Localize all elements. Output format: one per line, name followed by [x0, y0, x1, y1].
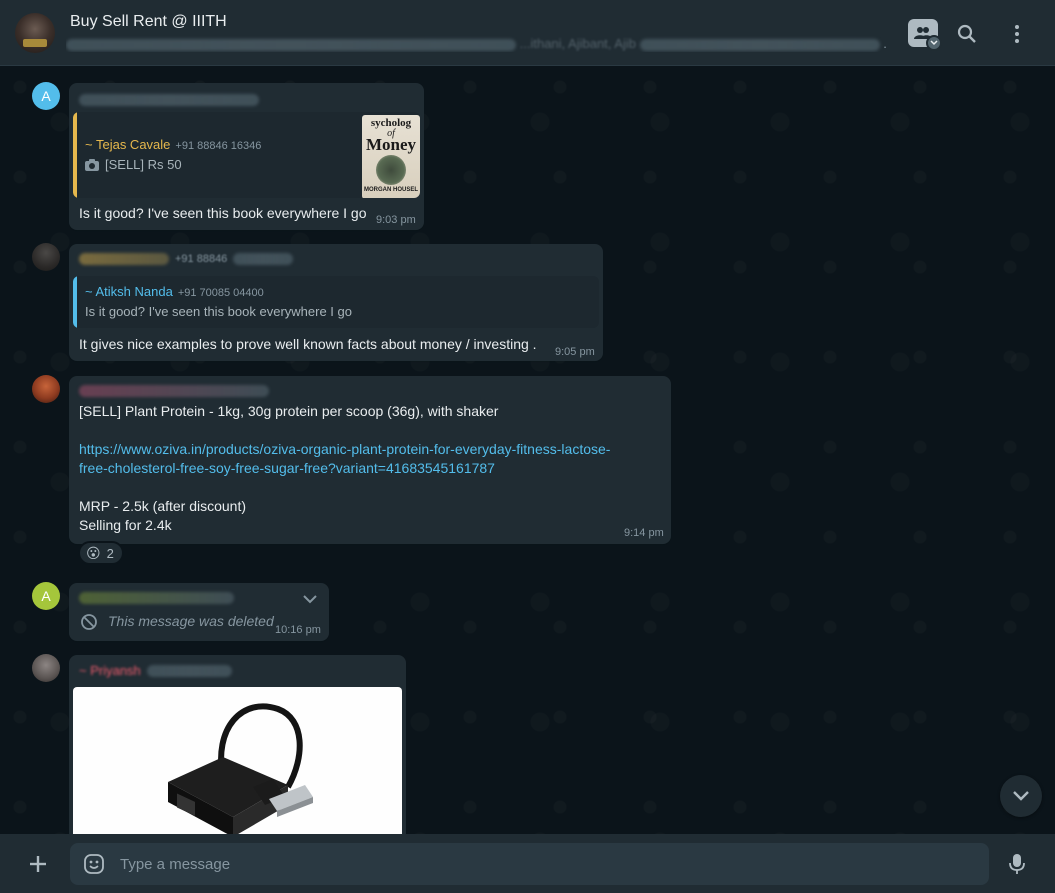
quoted-message[interactable]: ~ Tejas Cavale +91 88846 16346 [SELL] Rs …: [73, 112, 420, 198]
message-bubble[interactable]: ~ Tejas Cavale +91 88846 16346 [SELL] Rs …: [69, 83, 424, 230]
book-cover-art: [376, 155, 406, 185]
message-time: 9:05 pm: [555, 346, 595, 358]
message-image[interactable]: [73, 687, 402, 834]
sender-name[interactable]: +91 88846: [79, 253, 294, 265]
message-input-wrap: [70, 843, 989, 885]
members-ellipsis: ..: [883, 36, 886, 51]
book-author: MORGAN HOUSEL: [364, 187, 418, 193]
mic-icon[interactable]: [1001, 848, 1033, 880]
search-icon[interactable]: [952, 19, 982, 49]
quote-text: [SELL] Rs 50: [105, 157, 182, 172]
message-time: 9:14 pm: [624, 527, 664, 539]
quote-sender-name: ~ Tejas Cavale: [85, 137, 171, 152]
chat-area[interactable]: A ~ Tejas Cavale +91 88846 16346 [SELL] R…: [0, 67, 1055, 834]
chevron-down-icon: [1013, 791, 1029, 801]
message-time: 9:03 pm: [376, 214, 416, 226]
message-text: It gives nice examples to prove well kno…: [79, 336, 537, 352]
scroll-to-bottom-button[interactable]: [1000, 775, 1042, 817]
quote-bar: [73, 276, 77, 328]
message-text: MRP - 2.5k (after discount): [79, 498, 247, 514]
composer: [0, 834, 1055, 893]
message-bubble[interactable]: ~ Priyansh: [69, 655, 406, 834]
chat-header: Buy Sell Rent @ IIITH ...ithani, Ajibant…: [0, 0, 1055, 66]
emoji-icon[interactable]: [83, 853, 105, 880]
book-thumbnail[interactable]: sycholog of Money MORGAN HOUSEL: [362, 115, 420, 198]
message-bubble[interactable]: [SELL] Plant Protein - 1kg, 30g protein …: [69, 376, 671, 544]
book-title-line: Money: [365, 135, 417, 154]
sender-avatar[interactable]: A: [32, 582, 60, 610]
sender-avatar[interactable]: [32, 654, 60, 682]
community-icon[interactable]: [908, 19, 942, 51]
group-members[interactable]: ...ithani, Ajibant, Ajib ..: [66, 36, 886, 52]
message-link[interactable]: free-cholesterol-free-soy-free-sugar-fre…: [79, 459, 495, 478]
usb-ethernet-adapter-image: [168, 703, 313, 834]
deleted-icon: [80, 613, 98, 636]
sender-name[interactable]: ~ Priyansh: [79, 663, 232, 678]
chevron-down-icon: [926, 35, 942, 51]
sender-name[interactable]: [79, 591, 234, 609]
quote-sender-phone: +91 70085 04400: [177, 287, 264, 299]
menu-icon[interactable]: [1002, 19, 1032, 49]
message-link[interactable]: https://www.oziva.in/products/oziva-orga…: [79, 440, 610, 459]
reaction-count: 2: [106, 545, 114, 561]
sender-name-text: ~ Priyansh: [79, 663, 141, 678]
sender-name[interactable]: [79, 93, 259, 111]
quoted-message[interactable]: ~ Atiksh Nanda +91 70085 04400 Is it good…: [73, 276, 599, 328]
message-text: Selling for 2.4k: [79, 517, 172, 533]
plus-icon[interactable]: [22, 848, 54, 880]
quote-text: Is it good? I've seen this book everywhe…: [85, 304, 352, 319]
avatar-letter: A: [41, 588, 51, 604]
reaction-emoji: 😮: [86, 544, 101, 561]
message-bubble[interactable]: This message was deleted 10:16 pm: [69, 583, 329, 641]
sender-avatar[interactable]: A: [32, 82, 60, 110]
sender-avatar[interactable]: [32, 375, 60, 403]
group-name[interactable]: Buy Sell Rent @ IIITH: [70, 13, 227, 31]
deleted-message-text: This message was deleted: [108, 613, 274, 629]
sender-phone: +91 88846: [175, 253, 228, 265]
message-text: [SELL] Plant Protein - 1kg, 30g protein …: [79, 403, 499, 419]
chevron-down-icon[interactable]: [302, 591, 318, 609]
message-input[interactable]: [120, 843, 970, 885]
sender-avatar[interactable]: [32, 243, 60, 271]
reaction-badge[interactable]: 😮 2: [78, 541, 124, 565]
sender-name[interactable]: [79, 384, 269, 402]
quote-sender: ~ Tejas Cavale +91 88846 16346: [85, 137, 261, 152]
group-avatar[interactable]: [15, 13, 55, 53]
message-time: 10:16 pm: [275, 624, 321, 636]
avatar-letter: A: [41, 88, 51, 104]
quote-sender: ~ Atiksh Nanda +91 70085 04400: [85, 284, 264, 299]
quote-body: [SELL] Rs 50: [85, 157, 182, 172]
message-text: Is it good? I've seen this book everywhe…: [79, 205, 367, 221]
camera-icon: [85, 158, 99, 171]
quote-sender-phone: +91 88846 16346: [175, 140, 262, 152]
members-fragment: ...ithani, Ajibant, Ajib: [519, 36, 636, 51]
quote-bar: [73, 112, 77, 198]
quote-sender-name: ~ Atiksh Nanda: [85, 284, 173, 299]
